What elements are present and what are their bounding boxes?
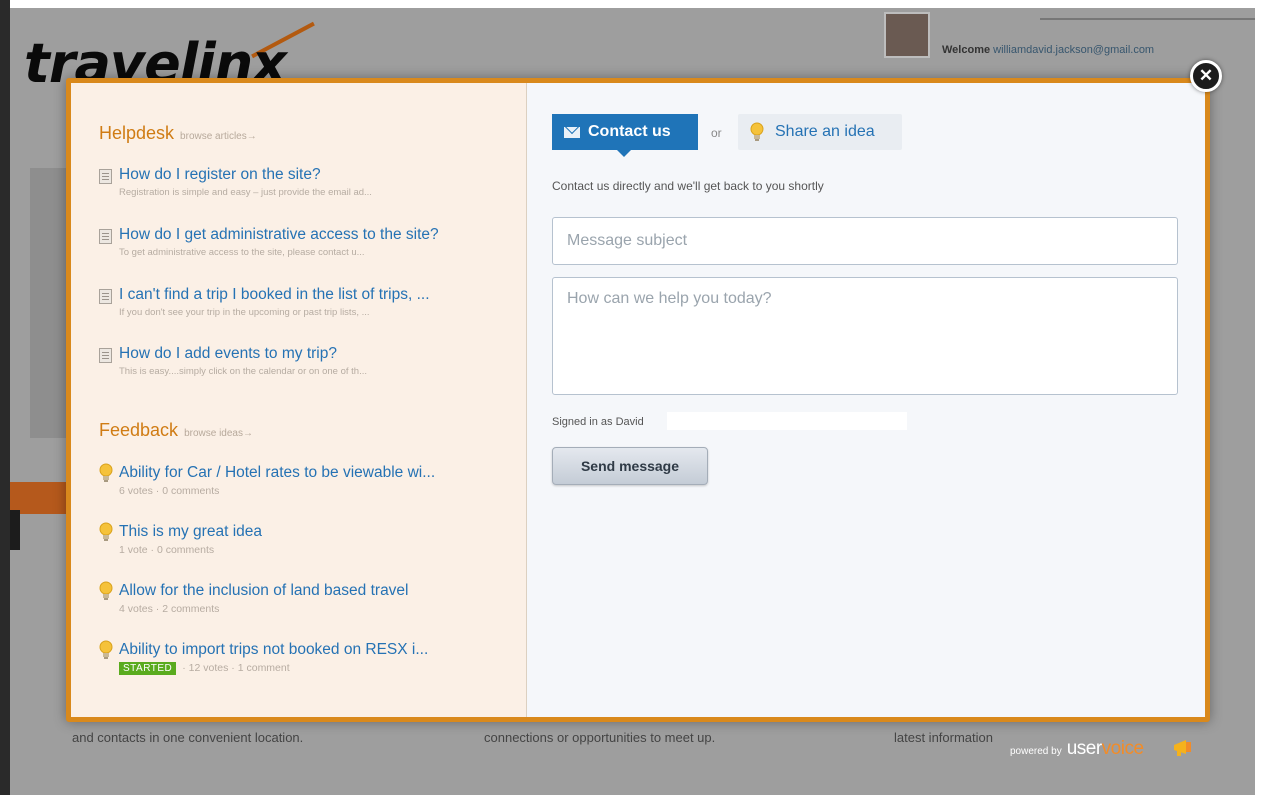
lightbulb-icon <box>750 122 764 141</box>
idea-title[interactable]: This is my great idea <box>119 523 262 541</box>
lightbulb-icon <box>99 640 113 659</box>
background-right-bar <box>1255 8 1261 795</box>
helpdesk-title: Helpdesk <box>99 123 175 143</box>
helpdesk-header: Helpdesk browse articles→ <box>99 123 257 144</box>
knowledge-panel: Helpdesk browse articles→ How do I regist… <box>71 83 527 717</box>
document-icon <box>99 348 112 363</box>
background-search-box <box>1040 8 1255 20</box>
idea-votes: 6 votes <box>119 485 153 497</box>
uservoice-logo: uservoice <box>1067 738 1144 759</box>
background-footer-text-2: connections or opportunities to meet up. <box>484 730 716 745</box>
user-avatar[interactable] <box>884 12 930 58</box>
tab-share-idea-label: Share an idea <box>775 123 875 140</box>
browse-articles-link[interactable]: browse articles→ <box>180 131 257 142</box>
idea-item[interactable]: Ability for Car / Hotel rates to be view… <box>99 463 509 505</box>
megaphone-icon <box>1174 740 1191 756</box>
feedback-modal: Helpdesk browse articles→ How do I regist… <box>66 78 1210 722</box>
idea-comments: 2 comments <box>162 603 220 615</box>
background-footer-text-3: latest information <box>894 730 993 745</box>
tab-separator-text: or <box>711 126 722 140</box>
feedback-header: Feedback browse ideas→ <box>99 420 253 441</box>
powered-by-label: powered by <box>1010 746 1062 757</box>
idea-votes: 1 vote <box>119 544 148 556</box>
article-item[interactable]: I can't find a trip I booked in the list… <box>99 286 509 326</box>
idea-item[interactable]: This is my great idea 1 vote · 0 comment… <box>99 522 509 564</box>
welcome-email-link[interactable]: williamdavid.jackson@gmail.com <box>993 44 1154 56</box>
idea-meta: STARTED · 12 votes · 1 comment <box>119 662 290 675</box>
browse-ideas-link[interactable]: browse ideas→ <box>184 428 253 439</box>
send-message-button[interactable]: Send message <box>552 447 708 485</box>
idea-title[interactable]: Ability for Car / Hotel rates to be view… <box>119 464 435 482</box>
lightbulb-icon <box>99 463 113 482</box>
welcome-text: Welcome williamdavid.jackson@gmail.com <box>942 44 1154 56</box>
idea-item[interactable]: Ability to import trips not booked on RE… <box>99 640 509 682</box>
article-snippet: Registration is simple and easy – just p… <box>119 187 372 198</box>
document-icon <box>99 229 112 244</box>
article-snippet: To get administrative access to the site… <box>119 247 365 258</box>
envelope-icon <box>564 127 580 138</box>
background-left-bar <box>0 0 10 795</box>
idea-meta: 4 votes · 2 comments <box>119 603 220 615</box>
background-footer-text-1: and contacts in one convenient location. <box>72 730 304 745</box>
active-tab-pointer <box>617 150 631 157</box>
status-badge: STARTED <box>119 662 177 675</box>
article-title[interactable]: How do I get administrative access to th… <box>119 226 439 244</box>
powered-by-uservoice[interactable]: powered by uservoice <box>1010 738 1144 760</box>
idea-title[interactable]: Ability to import trips not booked on RE… <box>119 641 428 659</box>
article-snippet: This is easy....simply click on the cale… <box>119 366 367 377</box>
signed-in-email-field <box>667 412 907 430</box>
welcome-label: Welcome <box>942 44 991 56</box>
uservoice-logo-main: user <box>1066 738 1102 759</box>
idea-comments: 1 comment <box>237 662 290 674</box>
idea-meta: 1 vote · 0 comments <box>119 544 215 556</box>
document-icon <box>99 169 112 184</box>
message-body-input[interactable] <box>552 277 1178 395</box>
feedback-title: Feedback <box>99 420 179 440</box>
background-top-strip <box>0 0 1261 8</box>
lightbulb-icon <box>99 581 113 600</box>
lightbulb-icon <box>99 522 113 541</box>
idea-votes: 12 votes <box>188 662 229 674</box>
idea-comments: 0 comments <box>162 485 220 497</box>
document-icon <box>99 289 112 304</box>
background-dark-block <box>10 510 20 550</box>
signed-in-text: Signed in as David <box>552 416 644 428</box>
contact-panel: Contact us or Share an idea Contact us d… <box>527 83 1205 717</box>
article-item[interactable]: How do I register on the site? Registrat… <box>99 166 509 206</box>
message-subject-input[interactable] <box>552 217 1178 265</box>
article-title[interactable]: How do I register on the site? <box>119 166 321 184</box>
idea-votes: 4 votes <box>119 603 153 615</box>
uservoice-logo-accent: voice <box>1101 738 1144 759</box>
tab-contact-us[interactable]: Contact us <box>552 114 698 150</box>
idea-title[interactable]: Allow for the inclusion of land based tr… <box>119 582 409 600</box>
article-title[interactable]: How do I add events to my trip? <box>119 345 337 363</box>
article-item[interactable]: How do I get administrative access to th… <box>99 226 509 266</box>
idea-item[interactable]: Allow for the inclusion of land based tr… <box>99 581 509 623</box>
idea-meta: 6 votes · 0 comments <box>119 485 220 497</box>
tab-share-idea[interactable]: Share an idea <box>738 114 902 150</box>
idea-comments: 0 comments <box>156 544 215 556</box>
article-item[interactable]: How do I add events to my trip? This is … <box>99 345 509 385</box>
tab-contact-us-label: Contact us <box>588 123 671 140</box>
article-snippet: If you don't see your trip in the upcomi… <box>119 307 370 318</box>
contact-description: Contact us directly and we'll get back t… <box>552 179 824 193</box>
close-icon[interactable]: ✕ <box>1190 60 1222 92</box>
article-title[interactable]: I can't find a trip I booked in the list… <box>119 286 430 304</box>
background-banner <box>30 168 70 438</box>
